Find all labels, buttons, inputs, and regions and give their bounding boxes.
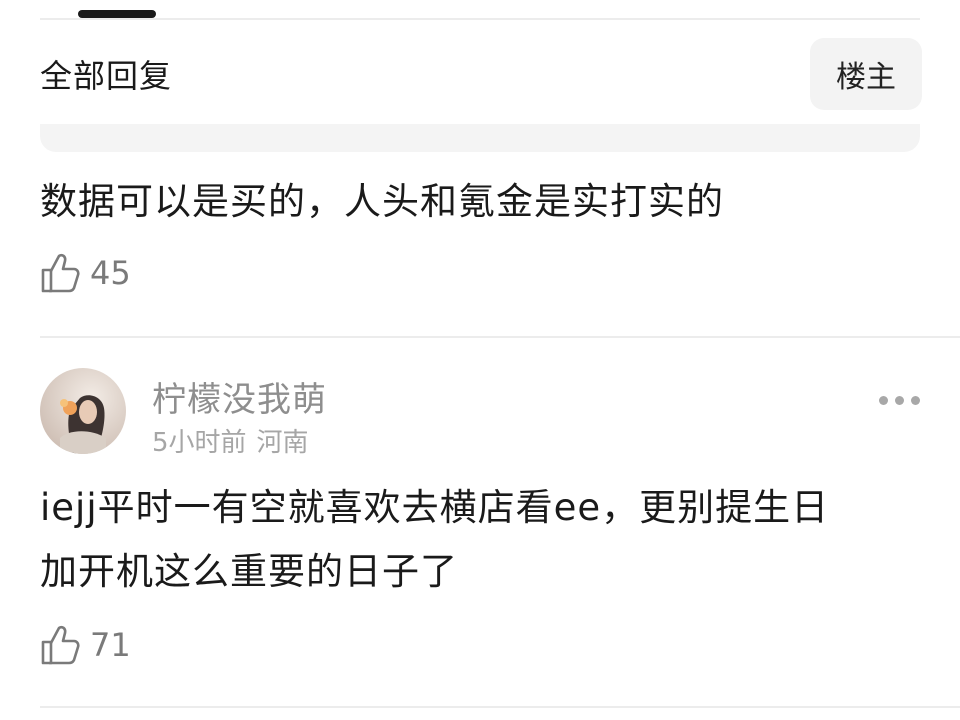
replies-page: 全部回复 楼主 数据可以是买的，人头和氪金是实打实的 45 柠檬没我萌 5小时前…	[0, 0, 960, 720]
more-dot	[895, 396, 904, 405]
more-dot	[911, 396, 920, 405]
comment-location: 河南	[256, 428, 309, 458]
tab-indicator	[78, 10, 156, 18]
op-only-filter-button[interactable]: 楼主	[810, 38, 922, 110]
all-replies-title: 全部回复	[40, 57, 173, 95]
comment-divider	[40, 706, 960, 708]
comment-meta: 5小时前 河南	[152, 422, 309, 459]
thumbs-up-icon	[40, 624, 80, 666]
username[interactable]: 柠檬没我萌	[152, 372, 327, 421]
more-options-button[interactable]	[879, 396, 920, 405]
like-count: 45	[90, 254, 131, 292]
like-button[interactable]: 45	[40, 252, 131, 294]
top-divider	[40, 18, 920, 20]
op-only-filter-label: 楼主	[836, 60, 896, 95]
more-dot	[879, 396, 888, 405]
like-button[interactable]: 71	[40, 624, 131, 666]
comment-text-line: 加开机这么重要的日子了	[40, 550, 458, 593]
quoted-content-bottom	[40, 124, 920, 152]
comment-divider	[40, 336, 960, 338]
thumbs-up-icon	[40, 252, 80, 294]
comment-time: 5小时前	[152, 428, 247, 458]
comment-text: 数据可以是买的，人头和氪金是实打实的	[40, 180, 724, 223]
like-count: 71	[90, 626, 131, 664]
comment-text-line: iejj平时一有空就喜欢去横店看ee，更别提生日	[40, 486, 830, 529]
replies-header: 全部回复 楼主	[40, 38, 922, 110]
avatar[interactable]	[40, 368, 126, 454]
